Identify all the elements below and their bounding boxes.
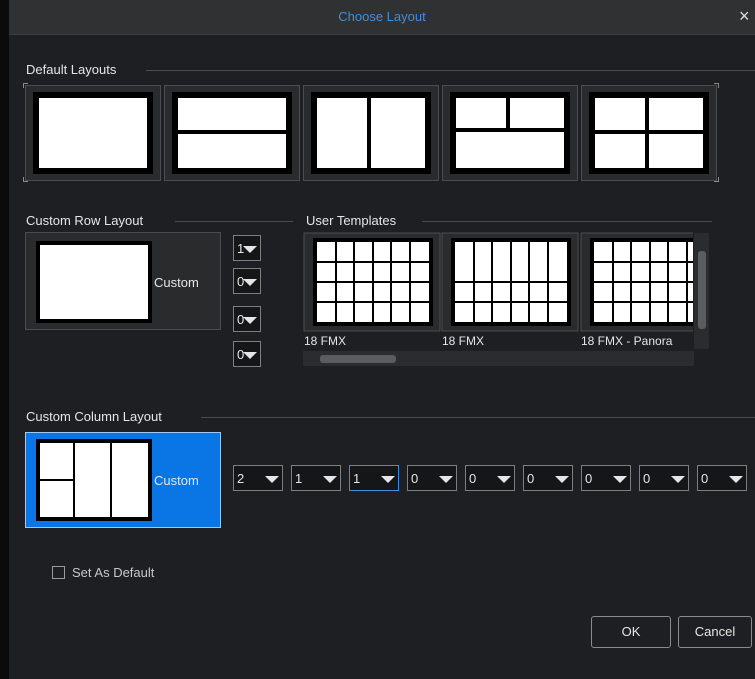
layout-cell	[649, 98, 703, 130]
column-count-dropdown[interactable]: 0	[465, 465, 515, 491]
template-name: 18 FMX	[442, 334, 485, 348]
column-count-dropdown[interactable]: 2	[233, 465, 283, 491]
chevron-down-icon	[243, 246, 257, 253]
scrollbar-thumb[interactable]	[698, 251, 706, 329]
chevron-down-icon	[555, 476, 569, 483]
set-as-default-label: Set As Default	[72, 565, 155, 580]
layout-cell	[510, 98, 564, 128]
template-name: 18 FMX	[304, 334, 347, 348]
layout-cell	[456, 132, 564, 168]
chevron-down-icon	[243, 279, 257, 286]
layout-cell	[649, 134, 703, 168]
layout-cell	[40, 481, 73, 517]
dialog-title: Choose Layout	[338, 9, 426, 24]
chevron-down-icon	[613, 476, 627, 483]
layout-cell	[178, 134, 286, 168]
default-layout-two-columns[interactable]	[303, 85, 439, 181]
chevron-down-icon	[243, 352, 257, 359]
layout-frame	[36, 241, 152, 323]
custom-column-layout-label: Custom Column Layout	[26, 409, 162, 424]
layout-frame	[172, 92, 292, 174]
chevron-down-icon	[243, 317, 257, 324]
window-edge	[0, 0, 9, 679]
templates-horizontal-scrollbar[interactable]	[303, 351, 694, 366]
layout-frame	[36, 439, 152, 521]
layout-cell	[112, 443, 148, 517]
column-count-dropdown[interactable]: 0	[581, 465, 631, 491]
layout-cell	[39, 98, 147, 168]
default-layout-two-rows[interactable]	[164, 85, 300, 181]
layout-cell	[317, 98, 367, 168]
template-thumb-2[interactable]	[441, 232, 579, 332]
layout-cell	[75, 443, 110, 517]
chevron-down-icon	[439, 476, 453, 483]
layout-cell	[40, 443, 73, 479]
layout-cell	[178, 98, 286, 130]
layout-frame	[33, 92, 153, 174]
chevron-down-icon	[671, 476, 685, 483]
column-count-dropdown[interactable]: 0	[407, 465, 457, 491]
default-layouts-rule	[146, 70, 755, 71]
user-templates-rule	[422, 221, 712, 222]
template-name: 18 FMX - Panora	[581, 334, 673, 348]
selection-corner	[23, 83, 28, 88]
layout-frame	[450, 92, 570, 174]
selection-corner	[714, 177, 719, 182]
column-count-dropdown[interactable]: 1	[291, 465, 341, 491]
close-icon[interactable]: ×	[739, 7, 755, 27]
user-templates-list: 18 FMX 18 FMX 18 FMX - Panora	[303, 232, 693, 368]
default-layout-single[interactable]	[25, 85, 161, 181]
custom-row-label: Custom	[154, 275, 199, 290]
custom-row-rule	[175, 221, 293, 222]
layout-cell	[595, 134, 645, 168]
selection-corner	[23, 177, 28, 182]
ok-button[interactable]: OK	[591, 616, 671, 648]
chevron-down-icon	[265, 476, 279, 483]
layout-cell	[371, 98, 425, 168]
custom-column-label: Custom	[154, 473, 199, 488]
layout-frame	[311, 92, 431, 174]
column-count-dropdown[interactable]: 0	[697, 465, 747, 491]
custom-column-layout-tile[interactable]: Custom	[25, 432, 221, 528]
title-bar: Choose Layout ×	[9, 0, 755, 35]
template-thumb-1[interactable]	[303, 232, 441, 332]
selection-corner	[714, 83, 719, 88]
custom-column-rule	[201, 417, 755, 418]
custom-row-layout-label: Custom Row Layout	[26, 213, 144, 228]
scrollbar-thumb[interactable]	[320, 355, 396, 363]
default-layout-grid-2x2[interactable]	[581, 85, 717, 181]
default-layout-split-top[interactable]	[442, 85, 578, 181]
row-count-dropdown[interactable]: 0	[233, 341, 261, 367]
layout-cell	[595, 98, 645, 130]
column-count-dropdown[interactable]: 0	[639, 465, 689, 491]
chevron-down-icon	[497, 476, 511, 483]
default-layouts-label: Default Layouts	[26, 62, 117, 77]
column-count-dropdown[interactable]: 1	[349, 465, 399, 491]
column-count-dropdown[interactable]: 0	[523, 465, 573, 491]
row-count-dropdown[interactable]: 0	[233, 268, 261, 294]
chevron-down-icon	[381, 476, 395, 483]
user-templates-label: User Templates	[306, 213, 397, 228]
cancel-button[interactable]: Cancel	[678, 616, 752, 648]
chevron-down-icon	[323, 476, 337, 483]
templates-vertical-scrollbar[interactable]	[694, 233, 709, 349]
layout-frame	[589, 92, 709, 174]
layout-cell	[40, 245, 148, 319]
row-count-dropdown[interactable]: 1	[233, 235, 261, 261]
row-count-dropdown[interactable]: 0	[233, 306, 261, 332]
layout-cell	[456, 98, 506, 128]
chevron-down-icon	[729, 476, 743, 483]
template-thumb-3[interactable]	[580, 232, 693, 332]
set-as-default-checkbox[interactable]	[52, 566, 65, 579]
custom-row-layout-tile[interactable]: Custom	[25, 232, 221, 330]
